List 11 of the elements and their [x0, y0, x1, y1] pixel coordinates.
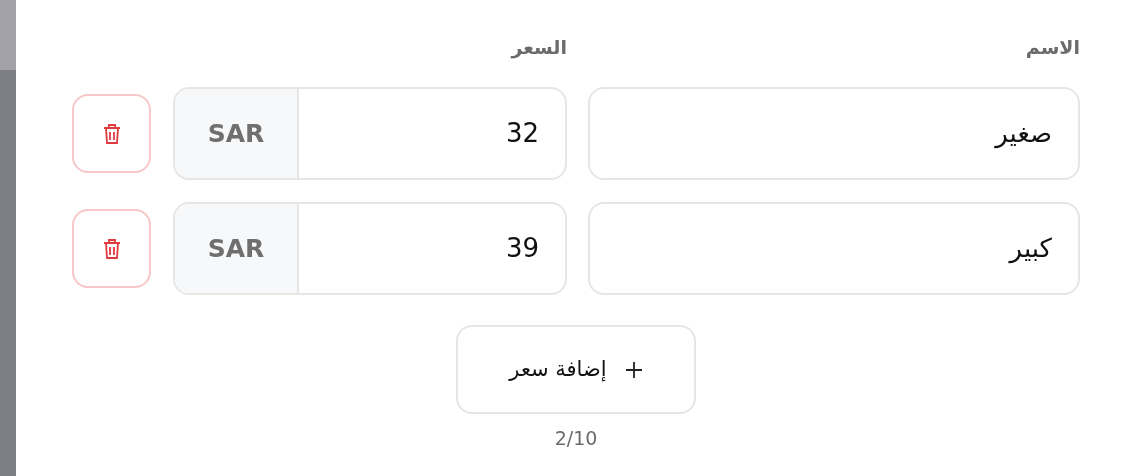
field-label: الاسم: [1025, 35, 1080, 58]
field-label: السعر: [511, 35, 567, 58]
trash-icon: [102, 122, 121, 145]
delete-button[interactable]: [72, 209, 151, 288]
name-field[interactable]: كبير: [588, 202, 1080, 295]
delete-button[interactable]: [72, 94, 151, 173]
plus-icon: [624, 360, 643, 379]
price-counter: 2/10: [554, 426, 598, 451]
add-price-button[interactable]: إضافة سعر: [456, 325, 696, 414]
trash-icon: [102, 237, 121, 260]
name-field[interactable]: صغير: [588, 87, 1080, 180]
